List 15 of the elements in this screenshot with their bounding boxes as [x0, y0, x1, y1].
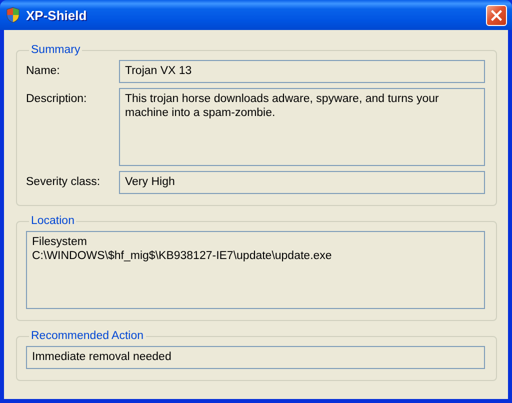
text-field[interactable]: Very High	[119, 171, 485, 194]
field-label: Description:	[26, 92, 88, 107]
window-title: XP-Shield	[26, 8, 88, 22]
close-icon	[491, 10, 502, 20]
text-field[interactable]: This trojan horse downloads adware, spyware, and turns your machine into a spam-zombie.	[119, 88, 485, 166]
shield-icon	[6, 7, 20, 23]
field-label: Name:	[26, 64, 61, 79]
group-title: Location	[30, 215, 76, 228]
close-button[interactable]	[486, 4, 507, 26]
text-field[interactable]: Trojan VX 13	[119, 60, 485, 83]
text-field[interactable]: Immediate removal needed	[26, 346, 485, 369]
field-label: Severity class:	[26, 175, 102, 190]
group-title: Summary	[30, 44, 82, 57]
text-field[interactable]: Filesystem C:\WINDOWS\$hf_mig$\KB938127-IE7\update\update.exe	[26, 231, 485, 309]
group-title: Recommended Action	[30, 330, 145, 343]
